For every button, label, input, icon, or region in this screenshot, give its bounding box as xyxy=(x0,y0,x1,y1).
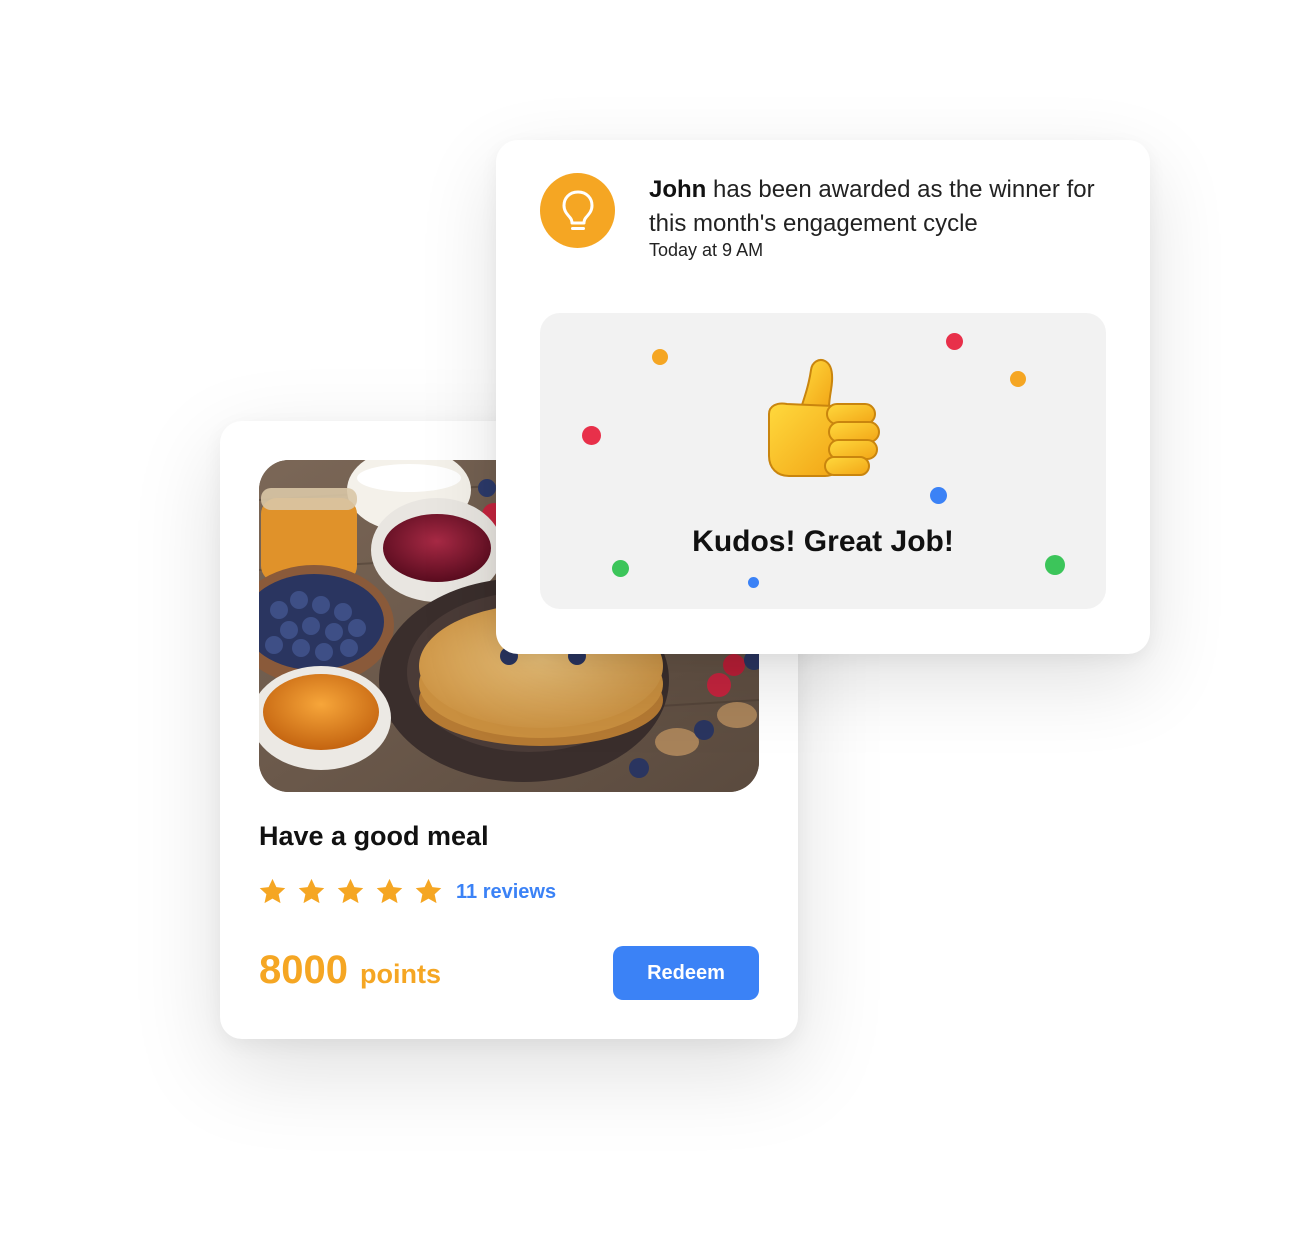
reviews-link[interactable]: 11 reviews xyxy=(456,881,556,904)
star-icon xyxy=(337,878,364,904)
star-icon xyxy=(298,878,325,904)
notification-icon-badge xyxy=(540,173,615,248)
notification-time: Today at 9 AM xyxy=(649,240,764,260)
rating-row: 11 reviews xyxy=(257,877,556,907)
confetti-dot xyxy=(930,487,947,504)
lightbulb-icon xyxy=(562,190,593,230)
thumbs-up-icon xyxy=(768,359,880,477)
star-icon xyxy=(376,878,403,904)
redeem-button[interactable]: Redeem xyxy=(613,946,759,1000)
confetti-dot xyxy=(652,349,668,365)
confetti-dot xyxy=(582,426,601,445)
kudos-panel: Kudos! Great Job! xyxy=(540,313,1106,609)
notification-message: John has been awarded as the winner for … xyxy=(649,173,1119,241)
confetti-dot xyxy=(612,560,629,577)
star-icon xyxy=(415,878,442,904)
confetti-dot xyxy=(1010,371,1026,387)
notification-user-name: John xyxy=(649,176,707,203)
confetti-dot xyxy=(748,577,759,588)
star-icon xyxy=(259,878,286,904)
notification-card: John has been awarded as the winner for … xyxy=(496,140,1150,654)
notification-message-text: has been awarded as the winner for this … xyxy=(649,176,1095,237)
points-value: 8000 xyxy=(259,948,348,992)
reward-title: Have a good meal xyxy=(259,821,489,851)
points-unit: points xyxy=(359,959,441,989)
confetti-dot xyxy=(946,333,963,350)
kudos-text: Kudos! Great Job! xyxy=(692,525,954,558)
points-display: 8000 points xyxy=(259,948,441,993)
